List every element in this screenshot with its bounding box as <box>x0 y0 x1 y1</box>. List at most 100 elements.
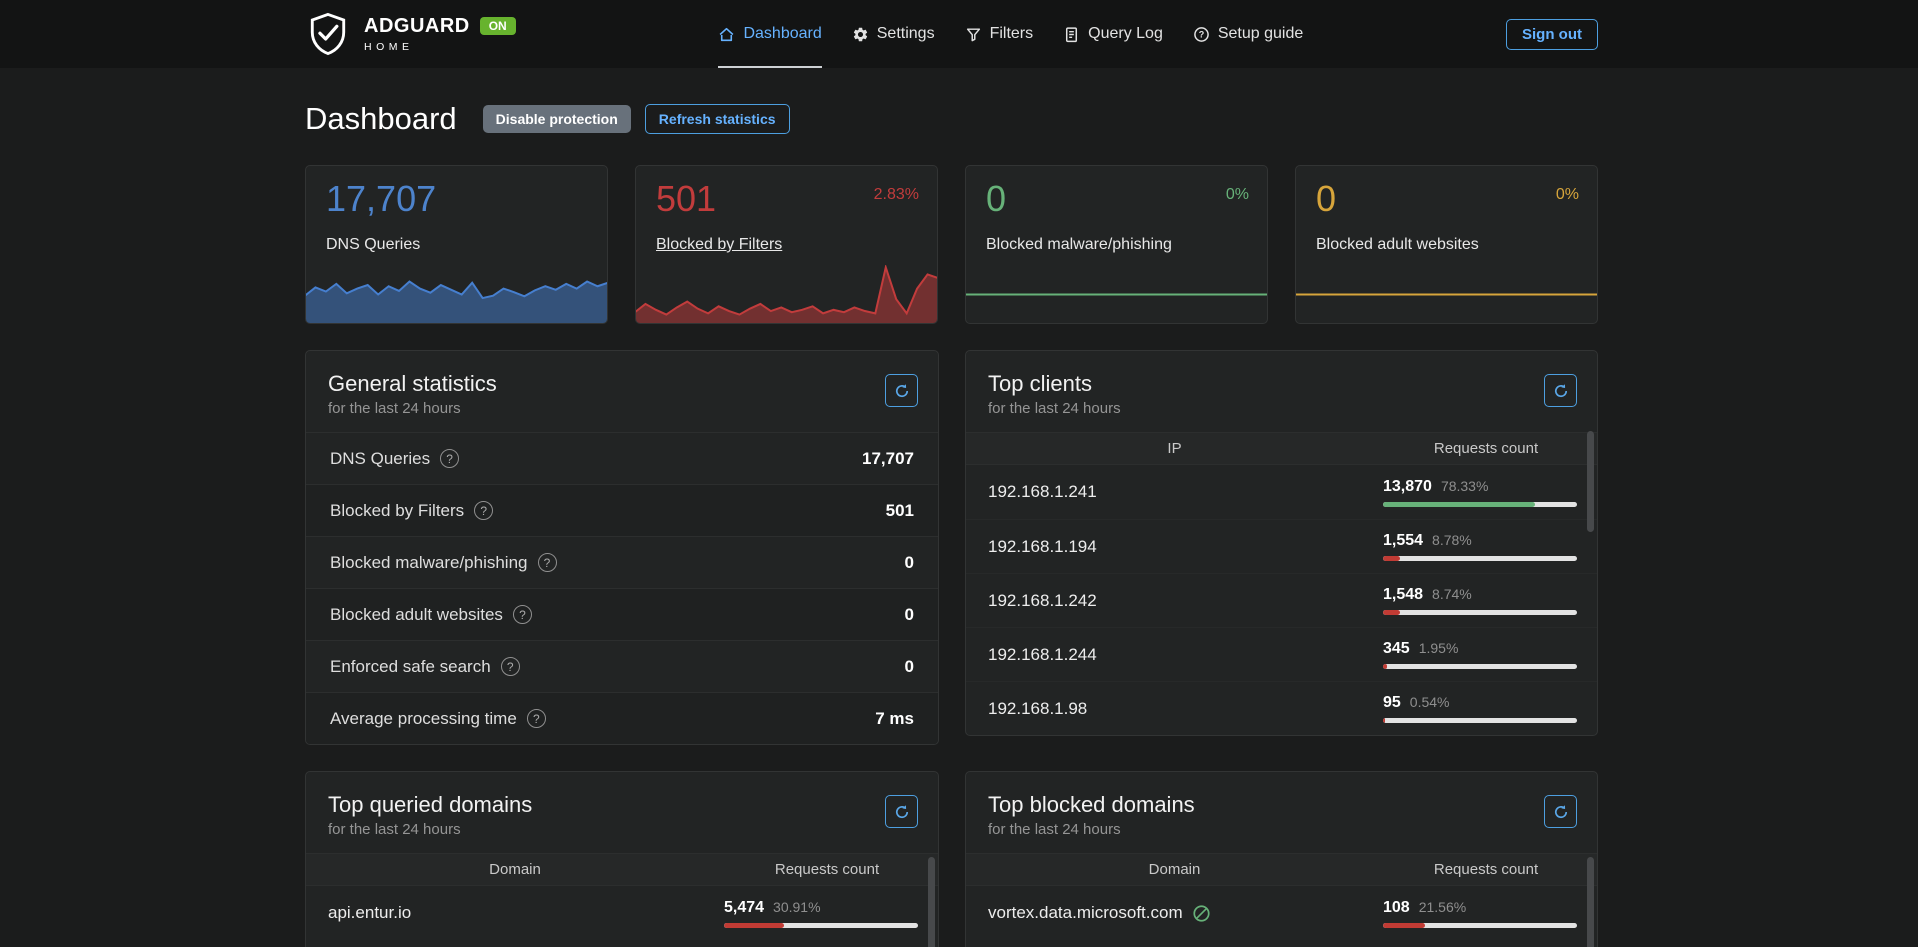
stat-row-value: 7 ms <box>875 709 914 729</box>
stat-card-blocked-by-filters: 501 2.83% Blocked by Filters <box>635 165 938 324</box>
help-icon[interactable]: ? <box>538 553 557 572</box>
main-content: Dashboard Disable protection Refresh sta… <box>305 101 1598 947</box>
refresh-icon <box>1553 804 1569 820</box>
card-header: Top clients for the last 24 hours <box>966 351 1597 432</box>
funnel-icon <box>965 26 982 43</box>
nav-label: Query Log <box>1088 25 1163 43</box>
stat-card-blocked-adult: 0 0% Blocked adult websites <box>1295 165 1598 324</box>
requests-percent: 1.95% <box>1419 640 1459 656</box>
disable-protection-button[interactable]: Disable protection <box>483 105 631 133</box>
help-icon[interactable]: ? <box>527 709 546 728</box>
requests-cell: 95 0.54% <box>1383 694 1597 723</box>
stat-row-value: 0 <box>905 553 914 573</box>
card-subtitle: for the last 24 hours <box>988 821 1575 838</box>
requests-cell: 5,474 30.91% <box>724 899 938 928</box>
domain-cell: vortex.data.microsoft.com <box>966 903 1383 923</box>
refresh-button[interactable] <box>1544 374 1577 407</box>
statistics-row: DNS Queries ? 17,707 <box>306 432 938 484</box>
refresh-icon <box>894 804 910 820</box>
refresh-button[interactable] <box>1544 795 1577 828</box>
nav-item-setup-guide[interactable]: ? Setup guide <box>1193 0 1303 68</box>
stat-row-label: Blocked malware/phishing <box>330 553 528 573</box>
stat-card-label: DNS Queries <box>326 236 420 254</box>
table-row: vortex.data.microsoft.com 108 <box>966 886 1597 940</box>
stat-card-percent: 0% <box>1226 186 1249 204</box>
client-cell: 192.168.1.194 <box>966 537 1383 557</box>
statistics-table: DNS Queries ? 17,707 Blocked by Filters … <box>306 432 938 744</box>
dashboard-icon <box>718 26 735 43</box>
client-cell: 192.168.1.244 <box>966 645 1383 665</box>
table-row: 192.168.1.241 13,870 78.33% <box>966 465 1597 519</box>
stat-card-value: 0 <box>1316 178 1336 219</box>
domain-link[interactable]: api.entur.io <box>328 903 411 923</box>
requests-count: 13,870 <box>1383 478 1432 496</box>
refresh-button[interactable] <box>885 795 918 828</box>
nav-item-settings[interactable]: Settings <box>852 0 935 68</box>
requests-percent: 8.74% <box>1432 586 1472 602</box>
sign-out-button[interactable]: Sign out <box>1506 19 1598 50</box>
stat-card-label-link[interactable]: Blocked by Filters <box>656 236 782 254</box>
brand-text: ADGUARDON HOME <box>364 15 516 53</box>
requests-cell: 1,548 8.74% <box>1383 586 1597 615</box>
requests-count: 1,554 <box>1383 532 1423 550</box>
refresh-button[interactable] <box>885 374 918 407</box>
nav-item-query-log[interactable]: Query Log <box>1063 0 1163 68</box>
requests-cell: 13,870 78.33% <box>1383 478 1597 507</box>
nav-label: Setup guide <box>1218 25 1303 43</box>
card-header: Top blocked domains for the last 24 hour… <box>966 772 1597 853</box>
stat-row-label: Blocked adult websites <box>330 605 503 625</box>
help-icon[interactable]: ? <box>474 501 493 520</box>
client-ip-link[interactable]: 192.168.1.244 <box>988 645 1097 665</box>
statistics-row: Blocked by Filters ? 501 <box>306 484 938 536</box>
scrollbar-thumb[interactable] <box>928 857 935 947</box>
client-ip-link[interactable]: 192.168.1.241 <box>988 482 1097 502</box>
clients-table-body: 192.168.1.241 13,870 78.33% <box>966 465 1597 735</box>
nav-item-filters[interactable]: Filters <box>965 0 1034 68</box>
brand[interactable]: ADGUARDON HOME <box>305 11 516 57</box>
help-icon[interactable]: ? <box>513 605 532 624</box>
requests-percent: 8.78% <box>1432 532 1472 548</box>
table-header: Domain Requests count <box>306 853 938 886</box>
nav-item-dashboard[interactable]: Dashboard <box>718 0 821 68</box>
stat-row-label: Enforced safe search <box>330 657 491 677</box>
client-ip-link[interactable]: 192.168.1.242 <box>988 591 1097 611</box>
brand-name: ADGUARD <box>364 15 470 37</box>
progress-bar <box>1383 556 1577 561</box>
queried-domains-table-body: api.entur.io 5,474 30.91% <box>306 886 938 940</box>
table-header: Domain Requests count <box>966 853 1597 886</box>
requests-percent: 21.56% <box>1419 899 1466 915</box>
domain-link[interactable]: vortex.data.microsoft.com <box>988 903 1183 923</box>
client-ip-link[interactable]: 192.168.1.98 <box>988 699 1087 719</box>
scrollbar-thumb[interactable] <box>1587 857 1594 947</box>
domain-blocked-icon[interactable] <box>1192 904 1211 923</box>
client-cell: 192.168.1.241 <box>966 482 1383 502</box>
nav-label: Dashboard <box>743 25 821 43</box>
refresh-statistics-button[interactable]: Refresh statistics <box>645 104 790 134</box>
progress-bar-fill <box>1383 664 1387 669</box>
help-icon[interactable]: ? <box>501 657 520 676</box>
refresh-icon <box>1553 383 1569 399</box>
table-header: IP Requests count <box>966 432 1597 465</box>
stat-row-value: 501 <box>886 501 914 521</box>
stat-card-dns-queries: 17,707 DNS Queries <box>305 165 608 324</box>
help-icon: ? <box>1193 26 1210 43</box>
card-header: Top queried domains for the last 24 hour… <box>306 772 938 853</box>
nav-label: Settings <box>877 25 935 43</box>
client-ip-link[interactable]: 192.168.1.194 <box>988 537 1097 557</box>
scrollbar-thumb[interactable] <box>1587 431 1594 532</box>
requests-count: 1,548 <box>1383 586 1423 604</box>
client-cell: 192.168.1.242 <box>966 591 1383 611</box>
blocked-filters-sparkline <box>635 265 938 324</box>
column-header-ip: IP <box>966 440 1383 457</box>
adguard-shield-logo <box>305 11 351 57</box>
help-icon[interactable]: ? <box>440 449 459 468</box>
dns-queries-sparkline <box>305 265 608 324</box>
requests-count: 345 <box>1383 640 1410 658</box>
main-nav: Dashboard Settings Filters Query Log <box>516 0 1506 68</box>
requests-percent: 0.54% <box>1410 694 1450 710</box>
table-row: 192.168.1.98 95 0.54% <box>966 681 1597 735</box>
client-cell: 192.168.1.98 <box>966 699 1383 719</box>
progress-bar-fill <box>1383 502 1535 507</box>
top-queried-domains-card: Top queried domains for the last 24 hour… <box>305 771 939 947</box>
top-clients-card: Top clients for the last 24 hours IP Req… <box>965 350 1598 736</box>
